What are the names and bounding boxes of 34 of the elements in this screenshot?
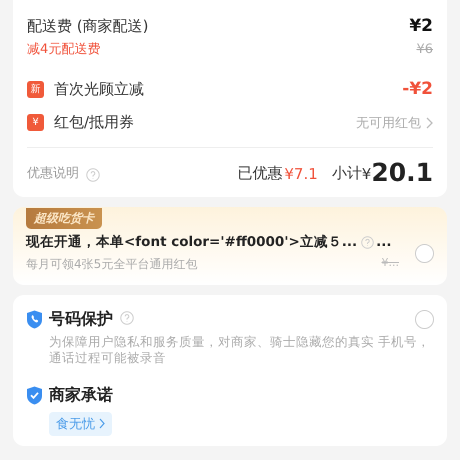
membership-subtitle: 每月可领4张5元全平台通用红包 bbox=[26, 256, 198, 273]
help-icon[interactable] bbox=[86, 168, 100, 182]
discount-label: 红包/抵用券 bbox=[54, 113, 136, 132]
discount-amount: -¥2 bbox=[402, 79, 433, 99]
chevron-icon bbox=[99, 418, 105, 429]
coupon-link[interactable]: 无可用红包 bbox=[356, 114, 433, 132]
subtotal-amount: 20.1 bbox=[371, 160, 433, 185]
shield-phone-icon bbox=[26, 310, 43, 329]
guarantee-tag[interactable]: 食无忧 bbox=[49, 412, 112, 436]
saved-label: 已优惠 bbox=[237, 164, 282, 183]
membership-title-ellipsis: ... bbox=[376, 234, 392, 250]
service-title: 号码保护 bbox=[49, 309, 113, 330]
saved-amount: ¥7.1 bbox=[284, 165, 318, 183]
discount-label: 首次光顾立减 bbox=[54, 80, 145, 98]
discount-note: 减4元配送费 bbox=[27, 41, 100, 58]
discount-badge: 新 bbox=[27, 80, 44, 98]
discount-badge: ¥ bbox=[27, 114, 44, 131]
help-icon[interactable] bbox=[361, 236, 374, 248]
help-icon[interactable] bbox=[120, 311, 134, 325]
currency-symbol: ¥ bbox=[362, 165, 372, 183]
membership-price: ¥... bbox=[382, 256, 399, 271]
shield-check-icon bbox=[26, 386, 43, 404]
select-radio[interactable] bbox=[415, 244, 434, 262]
fee-amount: ¥2 bbox=[409, 16, 433, 36]
select-radio[interactable] bbox=[415, 310, 434, 329]
original-price: ¥6 bbox=[416, 42, 433, 56]
chevron-icon bbox=[426, 116, 433, 128]
membership-tag: 超级吃货卡 bbox=[26, 208, 102, 229]
fee-label: 配送费 (商家配送) bbox=[27, 16, 148, 36]
discount-info-label: 优惠说明 bbox=[27, 165, 79, 182]
subtotal-label: 小计 bbox=[332, 164, 362, 183]
membership-title: 现在开通，本单<font color='#ff0000'>立减５... bbox=[26, 233, 358, 251]
service-description: 为保障用户隐私和服务质量，对商家、骑士隐藏您的真实 手机号，通话过程可能被录音 bbox=[49, 334, 431, 366]
service-title: 商家承诺 bbox=[49, 384, 113, 406]
